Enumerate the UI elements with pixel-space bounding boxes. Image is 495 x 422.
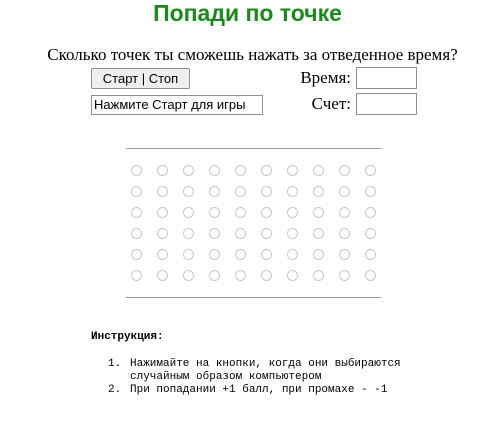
instruction-text: При попадании +1 балл, при промахе - -1 [130, 384, 388, 396]
target-dot[interactable] [261, 249, 272, 260]
target-dot[interactable] [235, 249, 246, 260]
target-dot[interactable] [339, 228, 350, 239]
target-dot[interactable] [131, 228, 142, 239]
target-dot[interactable] [287, 186, 298, 197]
target-dot[interactable] [287, 249, 298, 260]
game-board [126, 148, 381, 298]
target-dot[interactable] [261, 207, 272, 218]
status-field: Нажмите Старт для игры [91, 95, 263, 115]
instruction-item: 2. При попадании +1 балл, при промахе - … [108, 384, 440, 397]
target-dot[interactable] [235, 165, 246, 176]
target-dot[interactable] [313, 165, 324, 176]
target-dot[interactable] [365, 207, 376, 218]
target-dot[interactable] [157, 207, 168, 218]
target-dot[interactable] [157, 228, 168, 239]
page-title: Попади по точке [153, 0, 342, 26]
target-dot[interactable] [131, 207, 142, 218]
target-dot[interactable] [157, 186, 168, 197]
target-dot[interactable] [261, 165, 272, 176]
instruction-number: 2. [108, 384, 122, 396]
target-dot[interactable] [261, 186, 272, 197]
target-dot[interactable] [131, 270, 142, 281]
target-dot[interactable] [157, 249, 168, 260]
target-dot[interactable] [261, 270, 272, 281]
target-dot[interactable] [235, 228, 246, 239]
target-dot[interactable] [209, 270, 220, 281]
target-dot[interactable] [339, 186, 350, 197]
target-dot[interactable] [339, 165, 350, 176]
target-dot[interactable] [365, 186, 376, 197]
time-label: Время: [300, 68, 351, 87]
target-dot[interactable] [183, 270, 194, 281]
instruction-number: 1. [108, 358, 122, 370]
instruction-item: 1. Нажимайте на кнопки, когда они выбира… [108, 358, 440, 384]
target-dot[interactable] [287, 207, 298, 218]
target-dot[interactable] [209, 249, 220, 260]
game-subtitle: Сколько точек ты сможешь нажать за отвед… [47, 45, 458, 64]
target-dot[interactable] [365, 228, 376, 239]
target-dot[interactable] [131, 165, 142, 176]
target-dot[interactable] [261, 228, 272, 239]
time-field [356, 67, 417, 89]
target-dot[interactable] [183, 207, 194, 218]
target-dot[interactable] [209, 165, 220, 176]
target-dot[interactable] [209, 228, 220, 239]
score-field [356, 93, 417, 115]
instructions-list: 1. Нажимайте на кнопки, когда они выбира… [108, 358, 440, 397]
target-dot[interactable] [183, 228, 194, 239]
start-stop-button[interactable]: Старт | Стоп [91, 68, 190, 89]
target-dot[interactable] [339, 207, 350, 218]
target-dot[interactable] [287, 270, 298, 281]
target-dot[interactable] [313, 249, 324, 260]
target-dot[interactable] [131, 186, 142, 197]
target-dot[interactable] [183, 165, 194, 176]
target-dot[interactable] [287, 165, 298, 176]
target-dot[interactable] [235, 207, 246, 218]
instruction-text: Нажимайте на кнопки, когда они выбираютс… [130, 358, 401, 383]
instructions-heading: Инструкция: [91, 331, 164, 343]
target-dot[interactable] [339, 270, 350, 281]
target-dot[interactable] [339, 249, 350, 260]
target-dot[interactable] [235, 270, 246, 281]
target-dot[interactable] [313, 207, 324, 218]
target-dot[interactable] [235, 186, 246, 197]
target-dot[interactable] [313, 228, 324, 239]
target-dot[interactable] [131, 249, 142, 260]
target-dot[interactable] [365, 270, 376, 281]
target-dot[interactable] [183, 249, 194, 260]
target-dot[interactable] [365, 165, 376, 176]
target-dot[interactable] [365, 249, 376, 260]
target-dot[interactable] [313, 270, 324, 281]
target-dot[interactable] [157, 165, 168, 176]
target-dot[interactable] [313, 186, 324, 197]
target-dot[interactable] [209, 186, 220, 197]
target-dot[interactable] [157, 270, 168, 281]
score-label: Счет: [311, 94, 351, 113]
target-dot[interactable] [209, 207, 220, 218]
target-dot[interactable] [183, 186, 194, 197]
target-dot[interactable] [287, 228, 298, 239]
